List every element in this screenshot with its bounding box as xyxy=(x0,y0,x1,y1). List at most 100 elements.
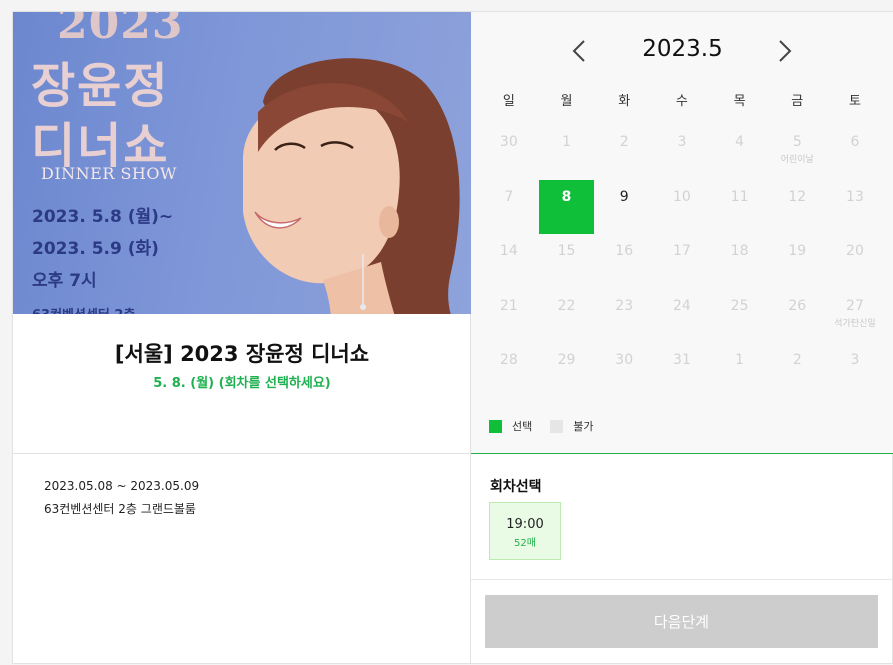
calendar-day: 29 xyxy=(538,343,596,398)
weekday-mon: 월 xyxy=(560,94,573,109)
calendar-day-number: 1 xyxy=(562,134,571,150)
calendar-day-number: 30 xyxy=(615,352,634,368)
calendar-day-number: 1 xyxy=(735,352,745,368)
calendar-day-number: 9 xyxy=(619,188,629,205)
calendar-day: 22 xyxy=(538,289,596,344)
calendar-day: 2 xyxy=(595,125,653,180)
calendar-day-number: 7 xyxy=(504,188,514,205)
calendar-day: 12 xyxy=(768,180,826,235)
legend-unavailable-label: 불가 xyxy=(573,420,594,433)
calendar-day-number: 17 xyxy=(672,243,691,259)
selected-date-label: 5. 8. (월) (회차를 선택하세요) xyxy=(153,376,331,391)
calendar-day: 16 xyxy=(595,234,653,289)
weekday-sat: 토 xyxy=(848,94,861,109)
calendar-day: 20 xyxy=(826,234,884,289)
calendar-day: 27 석가탄신일 xyxy=(826,289,884,344)
calendar-day-number: 11 xyxy=(730,188,749,205)
calendar-day-number: 27 xyxy=(846,297,864,314)
calendar-days: 30 1 2 3 4 5 어린이날 6 7 8 9 10 11 12 13 14 15 16 17 18 19 20 21 2… xyxy=(480,125,884,398)
poster-venue: 63컨벤션센터 2층 xyxy=(32,304,135,314)
show-venue: 63컨벤션센터 2층 그랜드볼룸 xyxy=(44,502,196,516)
legend-unavailable-swatch xyxy=(550,419,564,433)
calendar: 2023.5 일 월 화 수 목 금 토 30 1 2 3 4 5 어린이날 6 7 8 9 10 11… xyxy=(471,12,893,454)
calendar-day: 30 xyxy=(480,125,538,180)
calendar-day: 14 xyxy=(480,234,538,289)
calendar-day: 30 xyxy=(595,343,653,398)
booking-panel: 2023 장윤정 디너쇼 DINNER SHOW 2023. 5.8 (월)~ … xyxy=(12,11,893,664)
calendar-day[interactable]: 8 xyxy=(538,179,595,234)
calendar-day-number: 20 xyxy=(846,243,864,259)
calendar-day: 15 xyxy=(538,234,596,289)
calendar-day-number: 29 xyxy=(557,352,576,368)
show-period: 2023.05.08 ~ 2023.05.09 xyxy=(44,479,200,493)
calendar-day: 6 xyxy=(826,125,884,180)
calendar-day: 1 xyxy=(711,343,769,398)
poster-date-line2: 2023. 5.9 (화) xyxy=(32,239,159,259)
calendar-day: 10 xyxy=(653,180,711,235)
calendar-day-number: 13 xyxy=(846,188,864,205)
poster-time-line: 오후 7시 xyxy=(32,271,97,291)
calendar-day: 26 xyxy=(768,289,826,344)
weekday-tue: 화 xyxy=(618,94,631,109)
chevron-right-icon[interactable] xyxy=(771,38,797,64)
holiday-label: 어린이날 xyxy=(780,155,814,165)
calendar-day: 5 어린이날 xyxy=(768,125,826,180)
calendar-day-number: 18 xyxy=(730,243,749,259)
booking-column: 2023.5 일 월 화 수 목 금 토 30 1 2 3 4 5 어린이날 6 7 8 9 10 11… xyxy=(471,12,893,663)
singer-portrait xyxy=(242,58,460,314)
calendar-day-number: 23 xyxy=(615,297,634,314)
calendar-day-number: 25 xyxy=(730,297,749,314)
calendar-day-number: 4 xyxy=(735,134,745,150)
poster-date-line1: 2023. 5.8 (월)~ xyxy=(32,207,174,227)
poster-subtitle: DINNER SHOW xyxy=(41,164,177,183)
calendar-day[interactable]: 9 xyxy=(595,180,653,235)
calendar-day: 18 xyxy=(711,234,769,289)
weekday-sun: 일 xyxy=(502,94,515,109)
legend-selected-label: 선택 xyxy=(512,420,533,433)
calendar-day-number: 6 xyxy=(850,134,860,150)
calendar-day-number: 19 xyxy=(788,243,807,259)
calendar-day-number: 12 xyxy=(788,188,807,205)
calendar-day-number: 26 xyxy=(788,297,807,314)
calendar-day-number: 31 xyxy=(672,352,691,368)
calendar-day: 4 xyxy=(711,125,769,180)
session-slot[interactable]: 19:00 52매 xyxy=(489,502,561,560)
session-seats: 52매 xyxy=(514,538,536,549)
show-title-area: [서울] 2023 장윤정 디너쇼 5. 8. (월) (회차를 선택하세요) xyxy=(13,314,471,454)
calendar-legend: 선택 불가 xyxy=(489,418,594,434)
calendar-day-number: 21 xyxy=(499,297,518,314)
next-step-button[interactable]: 다음단계 xyxy=(485,595,878,648)
calendar-day-number: 2 xyxy=(792,352,802,368)
weekday-wed: 수 xyxy=(675,94,688,109)
calendar-day: 17 xyxy=(653,234,711,289)
calendar-day-number: 14 xyxy=(499,243,518,259)
session-title: 회차선택 xyxy=(490,479,542,495)
poster-year: 2023 xyxy=(57,12,184,49)
calendar-day: 3 xyxy=(826,343,884,398)
calendar-day-number: 2 xyxy=(619,134,629,150)
calendar-month: 2023.5 xyxy=(642,36,723,62)
show-poster: 2023 장윤정 디너쇼 DINNER SHOW 2023. 5.8 (월)~ … xyxy=(13,12,471,314)
calendar-day: 21 xyxy=(480,289,538,344)
calendar-day: 24 xyxy=(653,289,711,344)
calendar-day-number: 5 xyxy=(792,134,802,150)
show-info-column: 2023 장윤정 디너쇼 DINNER SHOW 2023. 5.8 (월)~ … xyxy=(13,12,471,663)
calendar-day: 3 xyxy=(653,125,711,180)
calendar-day-number: 15 xyxy=(557,243,576,259)
calendar-day-number: 10 xyxy=(672,188,691,205)
holiday-label: 석가탄신일 xyxy=(834,318,876,329)
calendar-day-number: 22 xyxy=(557,297,576,314)
weekday-fri: 금 xyxy=(791,94,804,109)
show-title: [서울] 2023 장윤정 디너쇼 xyxy=(114,342,370,366)
calendar-day: 23 xyxy=(595,289,653,344)
weekday-header: 일 월 화 수 목 금 토 xyxy=(480,90,884,109)
calendar-day-number: 3 xyxy=(677,134,687,150)
session-selection: 회차선택 19:00 52매 xyxy=(471,454,893,580)
calendar-day: 31 xyxy=(653,343,711,398)
calendar-day: 7 xyxy=(480,180,538,235)
legend-selected-swatch xyxy=(489,419,502,433)
session-time: 19:00 xyxy=(506,517,544,532)
calendar-day-number: 30 xyxy=(499,134,518,150)
calendar-day: 2 xyxy=(768,343,826,398)
calendar-day: 11 xyxy=(711,180,769,235)
